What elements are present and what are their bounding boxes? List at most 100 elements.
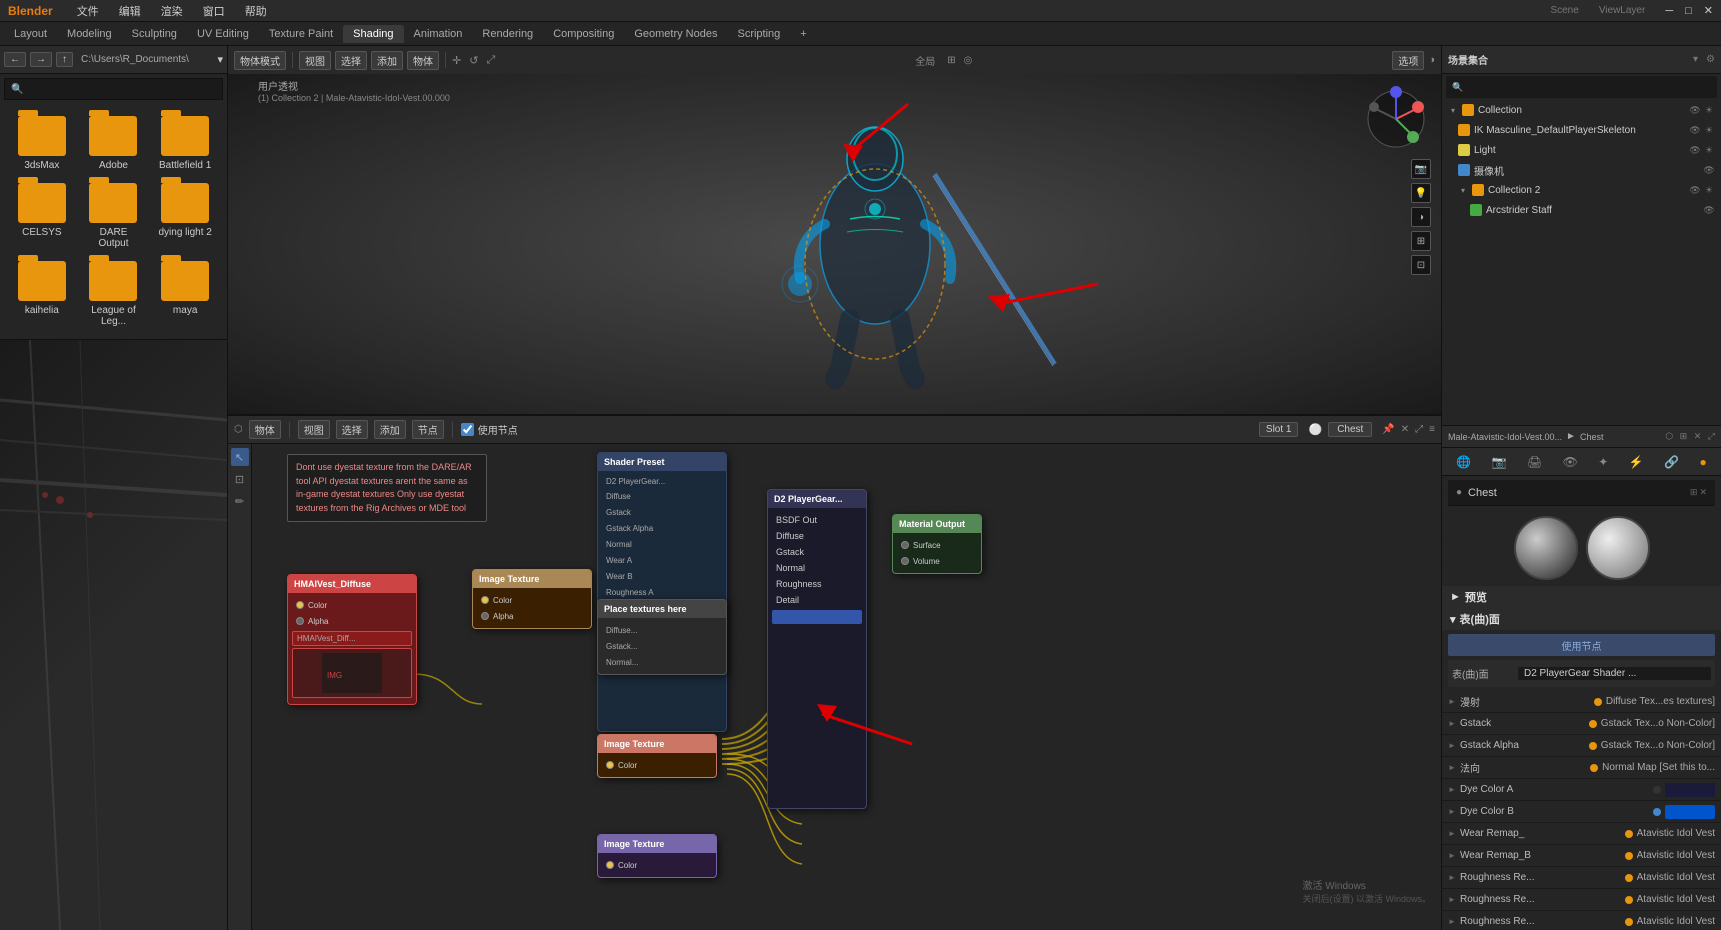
rp-tab-physics[interactable]: ⚡ xyxy=(1629,455,1644,469)
vp-object-btn[interactable]: 物体 xyxy=(407,51,439,70)
preview-sphere-metal[interactable] xyxy=(1514,516,1578,580)
mat-icon-expand[interactable]: ⤢ xyxy=(1708,431,1715,441)
socket-alpha-out[interactable] xyxy=(481,612,489,620)
node-place-textures[interactable]: Place textures here Diffuse... Gstack...… xyxy=(597,599,727,675)
vis-eye3[interactable]: 👁 xyxy=(1689,144,1701,156)
rp-tab-particles[interactable]: ✦ xyxy=(1598,455,1608,469)
node-main-mixer[interactable]: D2 PlayerGear... BSDF Out Diffuse Gstack… xyxy=(767,489,867,809)
file-item-dare[interactable]: DARE Output xyxy=(80,179,148,253)
vis-eye-icon[interactable]: 👁 xyxy=(1689,104,1701,116)
ne-editor-type-icon[interactable]: ⬡ xyxy=(234,424,243,435)
rp-tab-scene[interactable]: 🌐 xyxy=(1456,455,1471,469)
node-red-diffuse[interactable]: HMAIVest_Diffuse Color Alpha HMAIVest_Di… xyxy=(287,574,417,705)
vp-proportional-icon[interactable]: ◎ xyxy=(964,55,973,66)
prop-arrow-gstack[interactable]: ► xyxy=(1448,719,1460,728)
tab-geometry-nodes[interactable]: Geometry Nodes xyxy=(624,25,727,43)
ne-select-tool[interactable]: ↖ xyxy=(231,448,249,466)
material-copy-icon[interactable]: ⊞ xyxy=(1690,487,1698,498)
prop-arrow-wear-b[interactable]: ► xyxy=(1448,851,1460,860)
ne-material-name[interactable]: Chest xyxy=(1328,422,1372,437)
filter-btn[interactable]: ▾ xyxy=(217,53,223,66)
window-minimize[interactable]: ─ xyxy=(1665,5,1673,17)
vp-mode-selector[interactable]: 物体模式 xyxy=(234,51,286,70)
ne-use-nodes-checkbox[interactable] xyxy=(461,423,474,436)
rp-tab-material[interactable]: ● xyxy=(1700,455,1707,469)
tab-scripting[interactable]: Scripting xyxy=(727,25,790,43)
tab-animation[interactable]: Animation xyxy=(404,25,473,43)
vp-snap-icon[interactable]: ⊞ xyxy=(947,55,955,66)
vp-select-btn[interactable]: 选择 xyxy=(335,51,367,70)
scene-search-input[interactable] xyxy=(1467,82,1711,93)
prop-arrow-gstack-alpha[interactable]: ► xyxy=(1448,741,1460,750)
tree-item-light[interactable]: Light 👁 ☀ xyxy=(1442,140,1721,160)
node-material-output[interactable]: Material Output Surface Volume xyxy=(892,514,982,574)
menu-edit[interactable]: 编辑 xyxy=(115,1,145,21)
prop-arrow-wear-a[interactable]: ► xyxy=(1448,829,1460,838)
prop-arrow-rough1[interactable]: ► xyxy=(1448,873,1460,882)
vp-add-btn[interactable]: 添加 xyxy=(371,51,403,70)
mat-icon-x[interactable]: ✕ xyxy=(1694,431,1702,441)
vp-overlay-btn[interactable]: 选项 xyxy=(1392,51,1424,70)
vis-render5[interactable]: ☀ xyxy=(1703,184,1715,196)
prop-roughness-2[interactable]: ► Roughness Re... Atavistic Idol Vest xyxy=(1442,889,1721,911)
pu-sock-color[interactable] xyxy=(606,861,614,869)
vis-eye4[interactable]: 👁 xyxy=(1703,164,1715,176)
vp-light-btn[interactable]: 💡 xyxy=(1411,183,1431,203)
section-preview[interactable]: ► 预览 xyxy=(1442,586,1721,608)
scene-settings-icon[interactable]: ⚙ xyxy=(1706,54,1715,65)
section-surface[interactable]: ▾ 表(曲)面 xyxy=(1442,608,1721,630)
o2-sock-color[interactable] xyxy=(606,761,614,769)
surface-shader-value[interactable]: D2 PlayerGear Shader ... xyxy=(1518,667,1711,680)
prop-roughness-1[interactable]: ► Roughness Re... Atavistic Idol Vest xyxy=(1442,867,1721,889)
preview-sphere-diffuse[interactable] xyxy=(1586,516,1650,580)
prop-arrow-dye-b[interactable]: ► xyxy=(1448,807,1460,816)
prop-swatch-dye-b[interactable] xyxy=(1665,805,1715,819)
vp-transform-icon[interactable]: ✛ xyxy=(452,54,461,67)
vp-render-mode-icon[interactable]: ◑ xyxy=(1428,54,1435,66)
prop-arrow-rough3[interactable]: ► xyxy=(1448,917,1460,926)
vp-overlay-toggle[interactable]: ⊞ xyxy=(1411,231,1431,251)
file-item-celsys[interactable]: CELSYS xyxy=(8,179,76,253)
nav-back-btn[interactable]: ← xyxy=(4,52,26,67)
file-item-kaihelia[interactable]: kaihelia xyxy=(8,257,76,331)
rp-tab-output[interactable]: 🖨 xyxy=(1527,455,1542,469)
tree-item-skeleton[interactable]: IK Masculine_DefaultPlayerSkeleton 👁 ☀ xyxy=(1442,120,1721,140)
vis-render2[interactable]: ☀ xyxy=(1703,124,1715,136)
prop-normal[interactable]: ► 法向 Normal Map [Set this to... xyxy=(1442,757,1721,779)
vp-render-btn[interactable]: ◑ xyxy=(1411,207,1431,227)
vis-eye2[interactable]: 👁 xyxy=(1689,124,1701,136)
window-close[interactable]: ✕ xyxy=(1704,4,1713,17)
tree-item-collection[interactable]: ▾ Collection 👁 ☀ xyxy=(1442,100,1721,120)
socket-color-out[interactable] xyxy=(481,596,489,604)
file-item-dying-light[interactable]: dying light 2 xyxy=(151,179,219,253)
mat-bc-chest[interactable]: Chest xyxy=(1580,432,1604,442)
tab-layout[interactable]: Layout xyxy=(4,25,57,43)
node-red-texture[interactable]: HMAIVest_Diff... xyxy=(292,631,412,646)
prop-diffuse[interactable]: ► 漫射 Diffuse Tex...es textures] xyxy=(1442,691,1721,713)
menu-help[interactable]: 帮助 xyxy=(241,1,271,21)
prop-gstack[interactable]: ► Gstack Gstack Tex...o Non-Color] xyxy=(1442,713,1721,735)
vp-xray-btn[interactable]: ⊡ xyxy=(1411,255,1431,275)
vis-eye6[interactable]: 👁 xyxy=(1703,204,1715,216)
use-nodes-button[interactable]: 使用节点 xyxy=(1448,634,1715,656)
ne-expand-icon[interactable]: ⤢ xyxy=(1415,424,1423,435)
node-purple[interactable]: Image Texture Color xyxy=(597,834,717,878)
node-orange-2[interactable]: Image Texture Color xyxy=(597,734,717,778)
ne-mode-btn[interactable]: 物体 xyxy=(249,420,281,439)
vp-global-label[interactable]: 全局 xyxy=(915,53,935,68)
file-item-battlefield[interactable]: Battlefield 1 xyxy=(151,112,219,175)
mat-icon-1[interactable]: ⬡ xyxy=(1665,431,1673,441)
tab-sculpting[interactable]: Sculpting xyxy=(122,25,187,43)
prop-arrow-normal[interactable]: ► xyxy=(1448,763,1460,772)
vp-view-btn[interactable]: 视图 xyxy=(299,51,331,70)
prop-wear-remap-a[interactable]: ► Wear Remap_ Atavistic Idol Vest xyxy=(1442,823,1721,845)
ne-node-btn[interactable]: 节点 xyxy=(412,420,444,439)
scene-filter-icon[interactable]: ▾ xyxy=(1693,54,1698,65)
rp-tab-render[interactable]: 📷 xyxy=(1492,455,1507,469)
window-maximize[interactable]: □ xyxy=(1685,5,1692,17)
tree-item-camera[interactable]: 摄像机 👁 xyxy=(1442,160,1721,180)
nav-gizmo[interactable] xyxy=(1361,84,1431,157)
socket-surface-in[interactable] xyxy=(901,541,909,549)
tab-texture-paint[interactable]: Texture Paint xyxy=(259,25,343,43)
vis-eye5[interactable]: 👁 xyxy=(1689,184,1701,196)
